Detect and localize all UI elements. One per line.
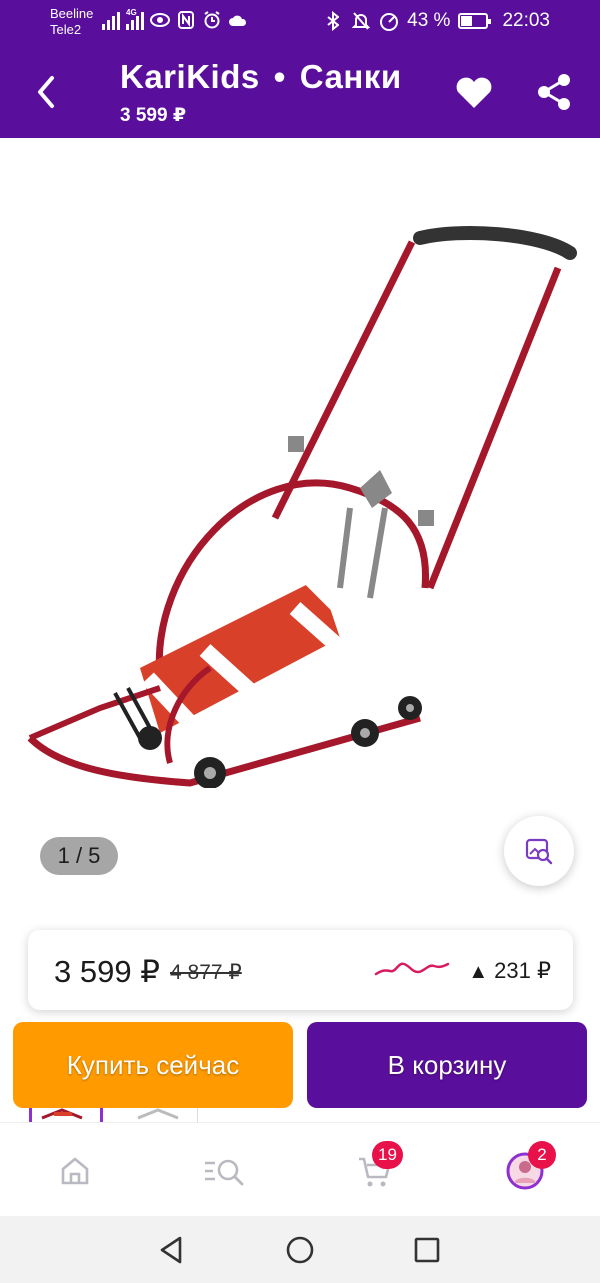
bluetooth-icon	[323, 11, 343, 31]
home-icon	[61, 1157, 89, 1185]
price-card[interactable]: 3 599 ₽ 4 877 ₽ ▲ 231 ₽	[28, 930, 573, 1010]
header-price: 3 599 ₽	[120, 105, 187, 126]
title-separator: •	[273, 58, 286, 95]
nav-home[interactable]	[53, 1149, 97, 1193]
speedometer-icon	[379, 11, 399, 31]
cloud-icon	[228, 10, 248, 30]
status-left-icons: 4G	[102, 8, 248, 30]
profile-badge: 2	[528, 1141, 556, 1169]
image-search-icon	[525, 838, 553, 865]
cart-badge: 19	[372, 1141, 403, 1169]
battery-percent: 43 %	[407, 10, 451, 31]
favorite-button[interactable]	[452, 72, 496, 112]
signal-icon	[102, 10, 120, 30]
product-image	[27, 226, 577, 788]
carrier-1: Beeline	[50, 6, 94, 21]
price-change: ▲ 231 ₽	[468, 958, 551, 984]
current-price: 3 599 ₽	[54, 954, 160, 989]
visual-search-button[interactable]	[504, 816, 574, 886]
product-gallery[interactable]: 1 / 5	[0, 138, 600, 908]
share-icon	[538, 74, 570, 110]
nav-catalog[interactable]	[202, 1149, 246, 1193]
back-button[interactable]	[28, 70, 64, 114]
nfc-icon	[176, 10, 196, 30]
old-price: 4 877 ₽	[170, 961, 242, 984]
system-home-button[interactable]	[284, 1234, 316, 1266]
catalog-search-icon	[205, 1159, 244, 1186]
thumbnail-strip	[0, 1108, 600, 1122]
thumbnail-2[interactable]	[124, 1108, 198, 1122]
bottom-nav: 19 2	[0, 1122, 600, 1216]
carrier-names: Beeline Tele2	[50, 6, 93, 38]
triangle-back-icon	[160, 1236, 182, 1264]
square-recents-icon	[414, 1237, 440, 1263]
app-bar: KariKids • Санки 3 599 ₽	[0, 44, 600, 138]
image-counter: 1 / 5	[40, 837, 118, 875]
system-recents-button[interactable]	[411, 1234, 443, 1266]
price-change-value: 231 ₽	[494, 958, 551, 983]
circle-home-icon	[286, 1236, 314, 1264]
battery-icon	[458, 13, 492, 29]
back-arrow-icon	[38, 76, 54, 108]
triangle-up-icon: ▲	[468, 961, 489, 983]
system-nav-bar	[0, 1216, 600, 1283]
category-name: Санки	[299, 58, 402, 95]
carrier-2: Tele2	[50, 22, 82, 37]
thumbnail-1[interactable]	[29, 1108, 103, 1122]
status-bar: Beeline Tele2 4G 43 % 22:03	[0, 0, 600, 44]
clock: 22:03	[502, 10, 550, 31]
share-button[interactable]	[532, 70, 576, 114]
system-back-button[interactable]	[156, 1234, 188, 1266]
buy-now-button[interactable]: Купить сейчас	[13, 1022, 293, 1108]
eye-icon	[150, 10, 170, 30]
status-right-icons: 43 % 22:03	[323, 10, 550, 32]
page-title: KariKids • Санки	[120, 58, 402, 96]
add-to-cart-button[interactable]: В корзину	[307, 1022, 587, 1108]
signal-4g-icon: 4G	[126, 8, 144, 30]
alarm-icon	[202, 10, 222, 30]
mute-bell-icon	[351, 11, 371, 31]
brand-name: KariKids	[120, 58, 260, 95]
price-trend-sparkline	[374, 962, 450, 976]
heart-icon	[456, 77, 492, 108]
